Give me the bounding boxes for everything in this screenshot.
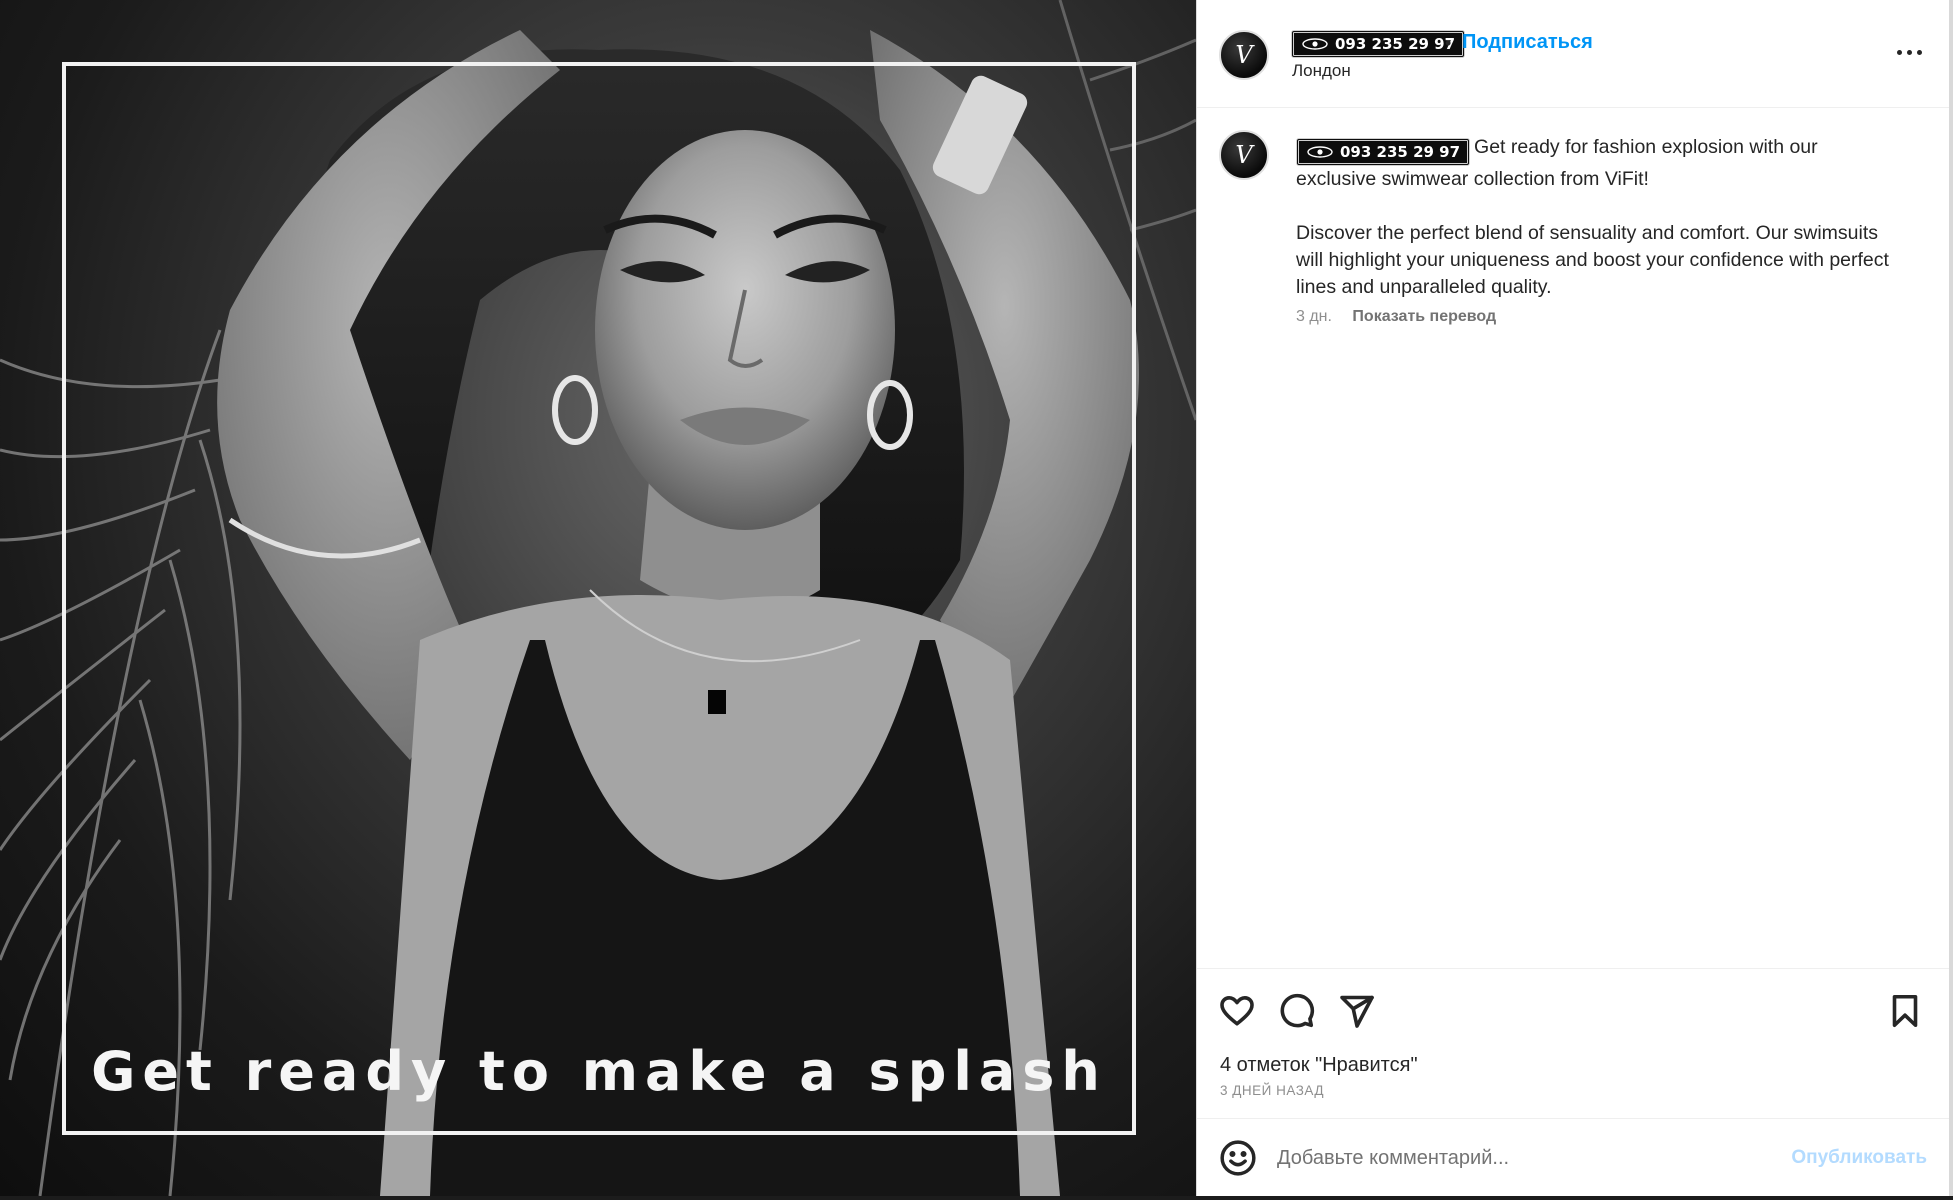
- smiley-icon: [1220, 1140, 1256, 1176]
- post-location[interactable]: Лондон: [1292, 61, 1351, 81]
- post-actions: 4 отметок "Нравится" 3 ДНЕЙ НАЗАД: [1197, 968, 1949, 1098]
- more-dot-icon: [1896, 49, 1902, 55]
- caption-text: 093 235 29 97 Get ready for fashion expl…: [1296, 134, 1896, 301]
- caption-meta: 3 дн. Показать перевод: [1296, 308, 1496, 326]
- post-date: 3 ДНЕЙ НАЗАД: [1220, 1083, 1324, 1098]
- comment-bubble-icon: [1280, 993, 1315, 1028]
- comment-button[interactable]: [1277, 991, 1317, 1031]
- heart-icon: [1220, 996, 1254, 1026]
- save-button[interactable]: [1885, 991, 1925, 1031]
- avatar-monogram: V: [1235, 141, 1253, 169]
- author-phone: 093 235 29 97: [1335, 34, 1456, 53]
- white-photo-border: [62, 62, 1136, 1135]
- caption-phone: 093 235 29 97: [1340, 142, 1461, 161]
- show-translation-button[interactable]: Показать перевод: [1352, 308, 1496, 325]
- more-dot-icon: [1916, 49, 1922, 55]
- bookmark-icon: [1892, 994, 1918, 1028]
- image-overlay-text: Get ready to make a splash: [91, 1040, 1107, 1103]
- send-icon: [1340, 995, 1374, 1028]
- post-window: Get ready to make a splash V 093 235 29 …: [0, 0, 1953, 1200]
- window-edge: [1949, 0, 1953, 1200]
- post-image[interactable]: Get ready to make a splash: [0, 0, 1196, 1196]
- add-comment-bar: Опубликовать: [1197, 1118, 1949, 1196]
- post-details-panel: V 093 235 29 97 • Подписаться Лондон V 0…: [1197, 0, 1949, 1196]
- publish-button[interactable]: Опубликовать: [1791, 1147, 1927, 1169]
- comment-input[interactable]: [1277, 1139, 1747, 1177]
- caption-author-avatar[interactable]: V: [1219, 130, 1269, 180]
- caption-paragraph-2: Discover the perfect blend of sensuality…: [1296, 222, 1889, 298]
- author-avatar[interactable]: V: [1219, 30, 1269, 80]
- window-bottom-edge: [0, 1196, 1953, 1200]
- post-header: V 093 235 29 97 • Подписаться Лондон: [1197, 0, 1949, 108]
- separator-dot: •: [1445, 33, 1452, 53]
- follow-button[interactable]: Подписаться: [1462, 31, 1593, 54]
- avatar-monogram: V: [1235, 41, 1253, 69]
- share-button[interactable]: [1337, 991, 1377, 1031]
- caption-username-badge[interactable]: 093 235 29 97: [1296, 138, 1471, 166]
- like-button[interactable]: [1217, 991, 1257, 1031]
- eye-logo-icon: [1302, 38, 1328, 50]
- more-dot-icon: [1906, 49, 1912, 55]
- emoji-button[interactable]: [1219, 1139, 1257, 1177]
- author-username-badge[interactable]: 093 235 29 97: [1291, 30, 1466, 58]
- eye-logo-icon: [1307, 146, 1333, 158]
- caption-age[interactable]: 3 дн.: [1296, 308, 1332, 325]
- likes-count[interactable]: 4 отметок "Нравится": [1220, 1054, 1418, 1077]
- more-options-button[interactable]: [1889, 40, 1929, 64]
